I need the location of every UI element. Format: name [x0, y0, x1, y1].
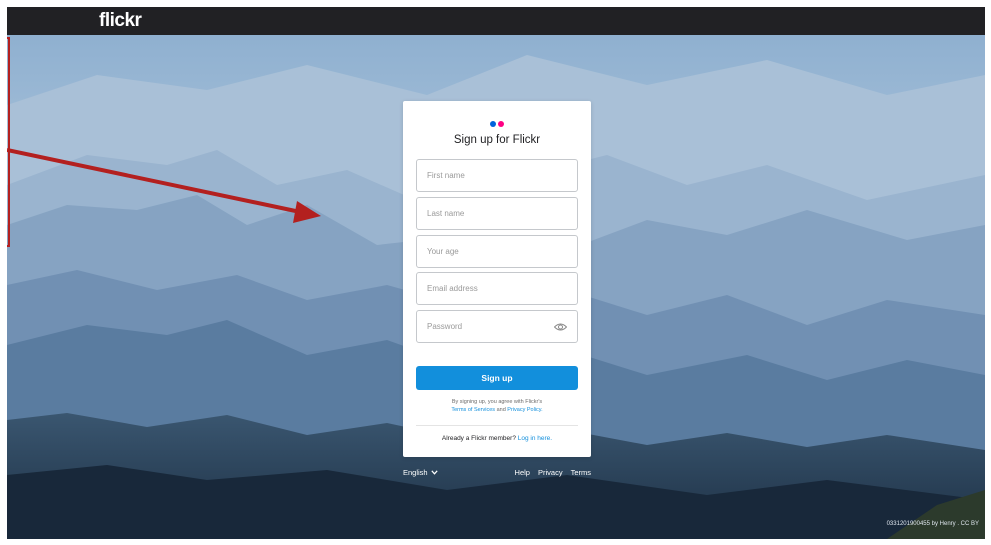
terms-link[interactable]: Terms of Services [451, 407, 495, 413]
already-member-text: Already a Flickr member? Log in here. [403, 435, 591, 442]
flickr-logo[interactable]: flickr [99, 10, 142, 32]
flickr-dots-icon [490, 121, 504, 127]
blue-dot [490, 121, 496, 127]
last-name-input[interactable] [417, 198, 577, 229]
footer-link-help[interactable]: Help [515, 468, 530, 477]
signup-button[interactable]: Sign up [416, 366, 578, 390]
annotation-box [7, 37, 10, 247]
already-member-label: Already a Flickr member? [441, 435, 516, 442]
divider [416, 425, 578, 426]
language-selector[interactable]: English [403, 468, 438, 477]
eye-icon[interactable] [554, 322, 567, 332]
last-name-field[interactable] [416, 197, 578, 230]
footer-link-terms[interactable]: Terms [571, 468, 591, 477]
age-field[interactable] [416, 235, 578, 268]
login-link[interactable]: Log in here. [518, 435, 552, 442]
chevron-down-icon [430, 470, 438, 475]
first-name-field[interactable] [416, 159, 578, 192]
card-footer: English Help Privacy Terms [403, 468, 591, 480]
terms-text: By signing up, you agree with Flickr's T… [419, 398, 575, 414]
terms-prefix: By signing up, you agree with Flickr's [451, 399, 543, 405]
footer-links: Help Privacy Terms [515, 468, 591, 477]
password-input[interactable] [417, 311, 577, 342]
footer-link-privacy[interactable]: Privacy [538, 468, 563, 477]
language-label: English [403, 468, 428, 477]
app-frame: flickr Sign up for Flickr Sign up [7, 7, 985, 539]
first-name-input[interactable] [417, 160, 577, 191]
email-field[interactable] [416, 272, 578, 305]
age-input[interactable] [417, 236, 577, 267]
password-field[interactable] [416, 310, 578, 343]
signup-title: Sign up for Flickr [453, 134, 541, 146]
pink-dot [498, 121, 504, 127]
privacy-policy-link[interactable]: Privacy Policy. [507, 407, 542, 413]
email-input[interactable] [417, 273, 577, 304]
photo-credit[interactable]: 0331201900455 by Henry . CC BY [887, 521, 979, 527]
signup-card: Sign up for Flickr Sign up By signing up… [403, 101, 591, 457]
terms-and: and [496, 407, 506, 413]
top-nav-bar: flickr [7, 7, 985, 35]
